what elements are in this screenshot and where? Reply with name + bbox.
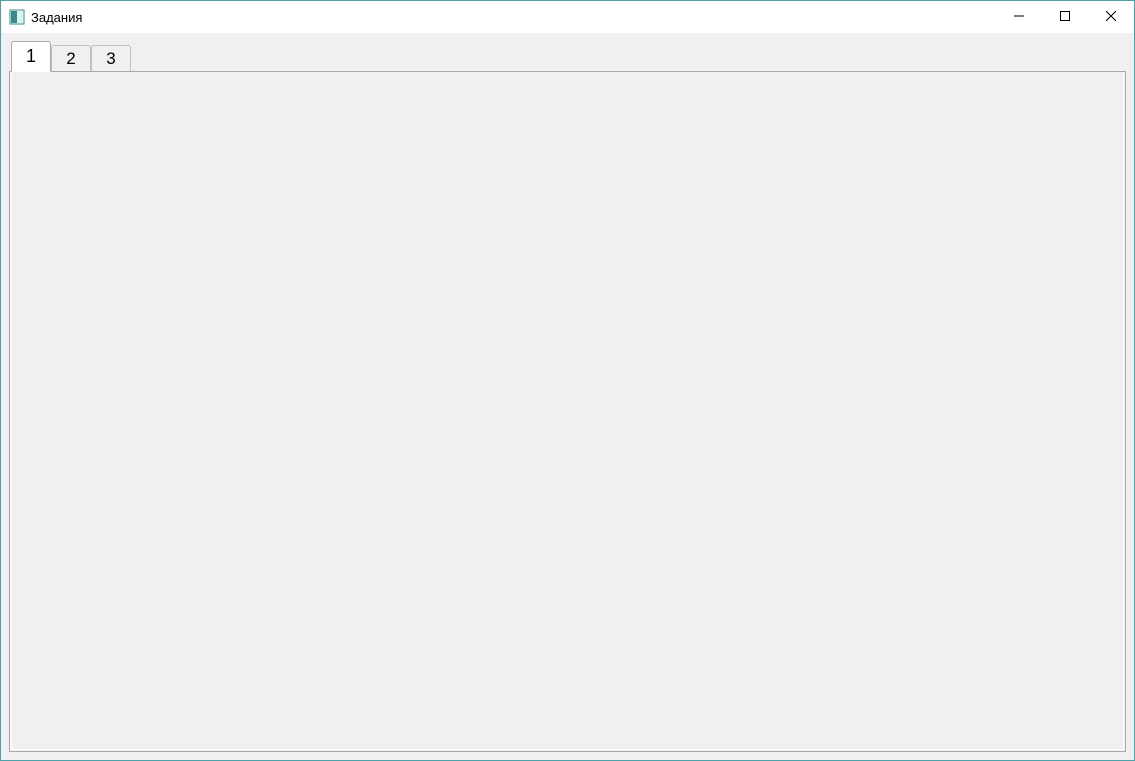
client-area: 1 2 3 xyxy=(1,33,1134,760)
tab-3[interactable]: 3 xyxy=(91,45,131,71)
window-title: Задания xyxy=(31,10,996,25)
tab-label: 2 xyxy=(66,49,75,69)
tab-content xyxy=(9,71,1126,752)
app-window: Задания 1 2 xyxy=(0,0,1135,761)
window-controls xyxy=(996,1,1134,33)
tab-2[interactable]: 2 xyxy=(51,45,91,71)
tab-bar: 1 2 3 xyxy=(9,41,1126,71)
titlebar: Задания xyxy=(1,1,1134,33)
close-button[interactable] xyxy=(1088,1,1134,31)
tab-widget: 1 2 3 xyxy=(9,41,1126,752)
app-icon xyxy=(9,9,25,25)
tab-label: 3 xyxy=(106,49,115,69)
maximize-button[interactable] xyxy=(1042,1,1088,31)
tab-1[interactable]: 1 xyxy=(11,41,51,72)
minimize-button[interactable] xyxy=(996,1,1042,31)
tab-panel xyxy=(11,73,1124,750)
tab-label: 1 xyxy=(26,46,36,67)
